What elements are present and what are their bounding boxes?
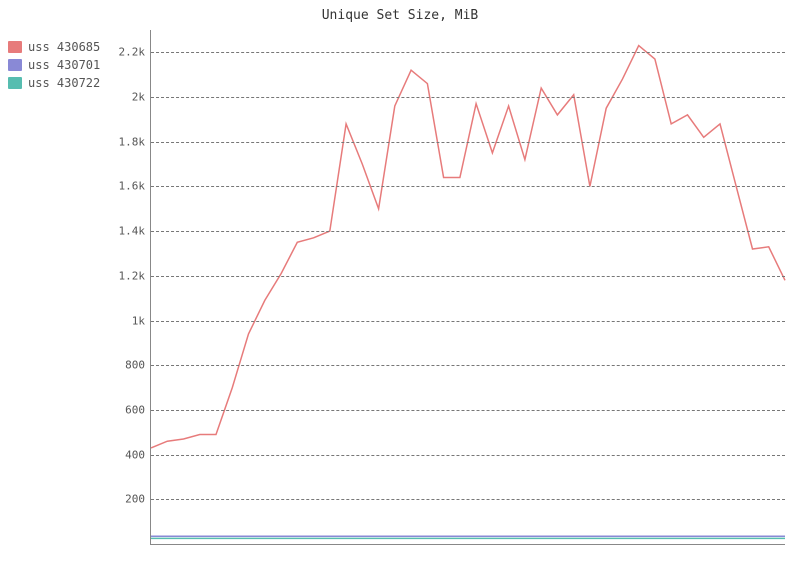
y-tick-label: 1.6k: [119, 180, 152, 193]
gridline: [151, 365, 785, 366]
legend-item: uss 430685: [8, 40, 100, 54]
legend-item: uss 430722: [8, 76, 100, 90]
gridline: [151, 186, 785, 187]
gridline: [151, 455, 785, 456]
gridline: [151, 321, 785, 322]
y-tick-label: 1.8k: [119, 135, 152, 148]
legend-label: uss 430685: [28, 40, 100, 54]
gridline: [151, 231, 785, 232]
y-tick-label: 2k: [132, 91, 151, 104]
legend-item: uss 430701: [8, 58, 100, 72]
y-tick-label: 600: [125, 403, 151, 416]
legend-swatch-icon: [8, 41, 22, 53]
gridline: [151, 410, 785, 411]
y-tick-label: 2.2k: [119, 46, 152, 59]
chart-title: Unique Set Size, MiB: [0, 8, 800, 23]
legend-label: uss 430722: [28, 76, 100, 90]
y-tick-label: 1k: [132, 314, 151, 327]
gridline: [151, 142, 785, 143]
y-tick-label: 1.2k: [119, 269, 152, 282]
series-line: [151, 46, 785, 448]
legend: uss 430685 uss 430701 uss 430722: [8, 40, 100, 94]
y-tick-label: 800: [125, 359, 151, 372]
gridline: [151, 276, 785, 277]
legend-swatch-icon: [8, 59, 22, 71]
gridline: [151, 52, 785, 53]
gridline: [151, 499, 785, 500]
legend-label: uss 430701: [28, 58, 100, 72]
y-tick-label: 400: [125, 448, 151, 461]
legend-swatch-icon: [8, 77, 22, 89]
y-tick-label: 200: [125, 493, 151, 506]
chart-lines: [151, 30, 785, 544]
plot-area: 2004006008001k1.2k1.4k1.6k1.8k2k2.2k: [150, 30, 785, 545]
y-tick-label: 1.4k: [119, 225, 152, 238]
gridline: [151, 97, 785, 98]
